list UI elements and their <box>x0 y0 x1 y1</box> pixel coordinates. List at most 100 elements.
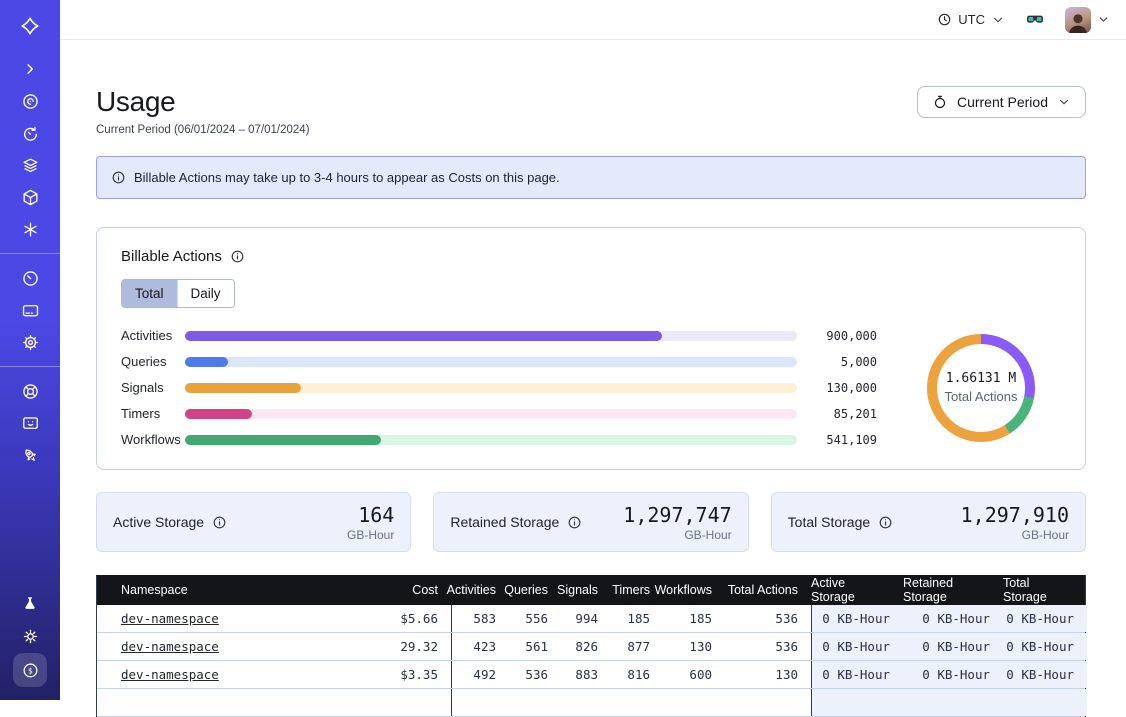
tab-total[interactable]: Total <box>122 280 177 307</box>
cell-total_actions: 536 <box>725 605 811 632</box>
header-cell-active_storage: Active Storage <box>811 575 903 605</box>
chevron-down-icon <box>1097 13 1110 26</box>
spiral-icon[interactable] <box>12 86 48 116</box>
storage-number: 164 <box>347 503 394 527</box>
account-menu[interactable] <box>1065 7 1110 33</box>
gauge-icon[interactable] <box>12 263 48 293</box>
bar-fill <box>185 357 228 367</box>
monitor-icon[interactable] <box>12 408 48 438</box>
cell-retained_storage: 0 KB-Hour <box>903 661 1003 688</box>
clock-history-icon[interactable] <box>12 118 48 148</box>
tab-daily[interactable]: Daily <box>177 280 234 307</box>
bar-row: Activities900,000 <box>121 330 877 341</box>
storage-label-text: Retained Storage <box>450 514 559 530</box>
rocket-icon[interactable] <box>12 440 48 470</box>
billable-view-tabs: TotalDaily <box>121 279 235 308</box>
namespace-link[interactable]: dev-namespace <box>121 611 219 626</box>
goggles-icon[interactable] <box>1025 10 1045 30</box>
storage-unit: GB-Hour <box>623 528 731 542</box>
info-icon[interactable] <box>230 249 245 264</box>
cell-signals: 994 <box>561 605 611 632</box>
cell-retained_storage: 0 KB-Hour <box>903 633 1003 660</box>
cell-namespace <box>97 689 323 716</box>
gear-icon[interactable] <box>12 327 48 357</box>
header-cell-retained_storage: Retained Storage <box>903 575 1003 605</box>
avatar[interactable] <box>1065 7 1091 33</box>
table-row: dev-namespace$3.354925368838166001300 KB… <box>97 661 1085 689</box>
bar-fill <box>185 383 301 393</box>
cell-active_storage: 0 KB-Hour <box>811 605 903 632</box>
storage-summary-row: Active Storage164GB-HourRetained Storage… <box>96 492 1086 552</box>
bar-value: 5,000 <box>811 355 877 369</box>
table-body: dev-namespace$5.665835569941851855360 KB… <box>97 605 1085 717</box>
stopwatch-icon <box>932 94 948 110</box>
billable-actions-card: Billable Actions TotalDaily Activities90… <box>96 227 1086 470</box>
bar-value: 900,000 <box>811 329 877 343</box>
total-storage-card: Total Storage 1,297,910GB-Hour <box>771 492 1086 552</box>
storage-number: 1,297,910 <box>961 503 1069 527</box>
sidebar: $ <box>0 0 60 700</box>
namespace-link[interactable]: dev-namespace <box>121 667 219 682</box>
flask-icon[interactable] <box>12 589 48 619</box>
header-cell-activities: Activities <box>451 575 509 605</box>
cell-signals <box>561 689 611 716</box>
info-icon[interactable] <box>567 515 582 530</box>
cell-cost: 29.32 <box>323 633 451 660</box>
bar-value: 85,201 <box>811 407 877 421</box>
cell-queries <box>509 689 561 716</box>
cell-timers <box>611 689 663 716</box>
donut-ring: 1.66131 M Total Actions <box>927 334 1035 442</box>
sun-icon[interactable] <box>12 621 48 651</box>
header-cell-cost: Cost <box>323 575 451 605</box>
cell-total_actions <box>725 689 811 716</box>
cell-timers: 185 <box>611 605 663 632</box>
storage-unit: GB-Hour <box>347 528 394 542</box>
dollar-coin-icon[interactable]: $ <box>13 653 47 687</box>
timezone-selector[interactable]: UTC <box>937 12 1005 27</box>
svg-text:$: $ <box>28 666 33 675</box>
layers-icon[interactable] <box>12 150 48 180</box>
billable-donut-chart: 1.66131 M Total Actions <box>901 334 1061 442</box>
cell-queries: 561 <box>509 633 561 660</box>
current-period-label: Current Period <box>957 94 1048 110</box>
topbar: UTC <box>60 0 1126 40</box>
temporal-logo[interactable] <box>12 11 48 41</box>
cell-active_storage <box>811 689 903 716</box>
storage-card-label: Total Storage <box>788 514 894 530</box>
life-ring-icon[interactable] <box>12 376 48 406</box>
chevron-right-icon[interactable] <box>12 54 48 84</box>
cell-activities: 583 <box>451 605 509 632</box>
info-banner: Billable Actions may take up to 3-4 hour… <box>96 156 1086 199</box>
cell-retained_storage: 0 KB-Hour <box>903 605 1003 632</box>
bar-row: Queries5,000 <box>121 356 877 367</box>
current-period-subtitle: Current Period (06/01/2024 – 07/01/2024) <box>96 124 310 136</box>
info-icon[interactable] <box>212 515 227 530</box>
main-content: Usage Current Period (06/01/2024 – 07/01… <box>60 86 1126 717</box>
storage-unit: GB-Hour <box>961 528 1069 542</box>
cell-total_actions: 130 <box>725 661 811 688</box>
clock-icon <box>937 12 952 27</box>
cell-timers: 816 <box>611 661 663 688</box>
bar-row: Workflows541,109 <box>121 434 877 445</box>
credit-card-icon[interactable] <box>12 295 48 325</box>
cube-icon[interactable] <box>12 182 48 212</box>
page-title: Usage <box>96 86 310 118</box>
header-cell-total_actions: Total Actions <box>725 575 811 605</box>
table-row-partial <box>97 689 1085 717</box>
total-actions-label: Total Actions <box>945 389 1018 404</box>
bar-fill <box>185 331 662 341</box>
asterisk-icon[interactable] <box>12 214 48 244</box>
info-icon <box>111 170 126 185</box>
cell-timers: 877 <box>611 633 663 660</box>
namespace-link[interactable]: dev-namespace <box>121 639 219 654</box>
billable-bar-chart: Activities900,000Queries5,000Signals130,… <box>121 330 877 445</box>
cell-signals: 883 <box>561 661 611 688</box>
banner-text: Billable Actions may take up to 3-4 hour… <box>134 170 560 185</box>
current-period-button[interactable]: Current Period <box>917 86 1086 118</box>
table-row: dev-namespace29.324235618268771305360 KB… <box>97 633 1085 661</box>
cell-cost: $5.66 <box>323 605 451 632</box>
header-cell-namespace: Namespace <box>97 575 323 605</box>
cell-workflows: 185 <box>663 605 725 632</box>
bar-fill <box>185 409 252 419</box>
info-icon[interactable] <box>878 515 893 530</box>
